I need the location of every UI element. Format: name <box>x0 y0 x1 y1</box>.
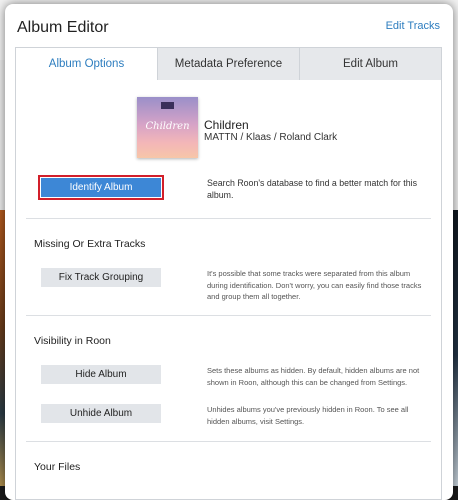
divider <box>26 315 431 316</box>
tab-bar: Album Options Metadata Preference Edit A… <box>15 47 442 80</box>
unhide-album-description: Unhides albums you've previously hidden … <box>207 405 409 426</box>
cover-label-logo <box>161 102 174 109</box>
tab-edit-album[interactable]: Edit Album <box>299 48 441 80</box>
divider <box>26 441 431 442</box>
album-options-panel: Children Children MATTN / Klaas / Roland… <box>15 80 442 500</box>
fix-track-grouping-button[interactable]: Fix Track Grouping <box>41 268 161 287</box>
divider <box>26 218 431 219</box>
cover-title-text: Children <box>145 121 190 132</box>
album-cover: Children <box>137 97 198 158</box>
your-files-heading: Your Files <box>34 461 81 473</box>
edit-tracks-link[interactable]: Edit Tracks <box>386 20 440 32</box>
visibility-heading: Visibility in Roon <box>34 335 111 347</box>
hide-album-button[interactable]: Hide Album <box>41 365 161 384</box>
album-title: Children <box>204 118 249 132</box>
missing-tracks-heading: Missing Or Extra Tracks <box>34 238 146 250</box>
dialog-title: Album Editor <box>17 19 109 36</box>
fix-track-grouping-description: It's possible that some tracks were sepa… <box>207 269 422 301</box>
tab-metadata-preference[interactable]: Metadata Preference <box>157 48 299 80</box>
tab-album-options[interactable]: Album Options <box>16 48 157 80</box>
album-editor-dialog: Album Editor Edit Tracks Album Options M… <box>5 4 453 500</box>
unhide-album-button[interactable]: Unhide Album <box>41 404 161 423</box>
album-artist: MATTN / Klaas / Roland Clark <box>204 132 338 143</box>
identify-album-button[interactable]: Identify Album <box>38 175 164 200</box>
hide-album-description: Sets these albums as hidden. By default,… <box>207 366 420 387</box>
identify-album-description: Search Roon's database to find a better … <box>207 178 417 200</box>
